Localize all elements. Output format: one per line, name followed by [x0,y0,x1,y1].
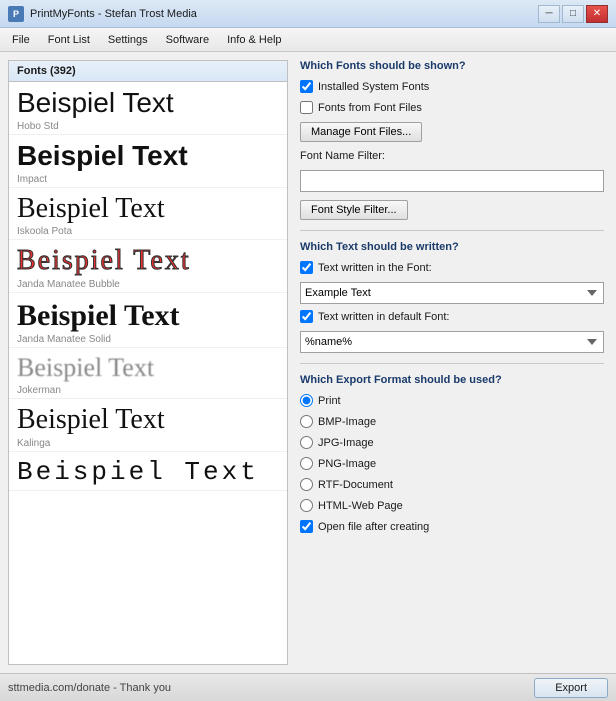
app-icon: P [8,6,24,22]
radio-print[interactable] [300,394,313,407]
right-panel: Which Fonts should be shown? Installed S… [288,52,616,673]
radio-jpg[interactable] [300,436,313,449]
title-bar-text: PrintMyFonts - Stefan Trost Media [30,8,197,20]
section-which-fonts-title: Which Fonts should be shown? [300,60,604,72]
close-button[interactable]: ✕ [586,5,608,23]
font-name: Hobo Std [17,121,279,132]
checkbox-from-files[interactable] [300,101,313,114]
radio-jpg-row[interactable]: JPG-Image [300,436,604,449]
checkbox-from-files-label: Fonts from Font Files [318,102,422,114]
checkbox-open-after-row[interactable]: Open file after creating [300,520,604,533]
fonts-header: Fonts (392) [9,61,287,82]
radio-bmp-row[interactable]: BMP-Image [300,415,604,428]
radio-rtf[interactable] [300,478,313,491]
font-preview: Beispiel Text [17,458,279,487]
font-preview: Beispiel Text [17,141,279,172]
menu-bar: File Font List Settings Software Info & … [0,28,616,52]
checkbox-open-after-label: Open file after creating [318,521,429,533]
font-list[interactable]: Beispiel Text Hobo Std Beispiel Text Impact… [9,82,287,664]
menu-file[interactable]: File [4,32,38,48]
font-name: Kalinga [17,438,279,449]
default-text-dropdown[interactable]: %name% [300,331,604,353]
radio-jpg-label: JPG-Image [318,437,374,449]
font-preview: Beispiel Text [17,194,279,225]
radio-html-row[interactable]: HTML-Web Page [300,499,604,512]
checkbox-installed-row[interactable]: Installed System Fonts [300,80,604,93]
font-preview: Beispiel Text [17,299,279,332]
radio-png[interactable] [300,457,313,470]
radio-rtf-label: RTF-Document [318,479,393,491]
maximize-button[interactable]: □ [562,5,584,23]
list-item[interactable]: Beispiel Text Impact [9,135,287,188]
font-preview: Beispiel Text [17,246,279,277]
font-name: Jokerman [17,385,279,396]
font-name: Impact [17,174,279,185]
font-preview: Beispiel Text [17,405,279,436]
font-name: Janda Manatee Solid [17,334,279,345]
title-bar-controls: ─ □ ✕ [538,5,608,23]
menu-settings[interactable]: Settings [100,32,156,48]
status-text: sttmedia.com/donate - Thank you [8,682,171,694]
radio-bmp-label: BMP-Image [318,416,376,428]
list-item[interactable]: Beispiel Text Jokerman [9,348,287,399]
checkbox-text-in-font-row[interactable]: Text written in the Font: [300,261,604,274]
checkbox-text-default[interactable] [300,310,313,323]
checkbox-text-default-row[interactable]: Text written in default Font: [300,310,604,323]
divider-1 [300,230,604,231]
font-preview: Beispiel Text [17,88,279,119]
font-style-filter-button[interactable]: Font Style Filter... [300,200,408,220]
list-item[interactable]: Beispiel Text Hobo Std [9,82,287,135]
radio-bmp[interactable] [300,415,313,428]
checkbox-text-default-label: Text written in default Font: [318,311,449,323]
font-name-filter-input[interactable] [300,170,604,192]
status-bar: sttmedia.com/donate - Thank you Export [0,673,616,701]
menu-font-list[interactable]: Font List [40,32,98,48]
main-content: Fonts (392) Beispiel TextHobo StdBeispie… [0,52,616,673]
manage-font-files-button[interactable]: Manage Font Files... [300,122,422,142]
radio-png-label: PNG-Image [318,458,376,470]
section-export-format-title: Which Export Format should be used? [300,374,604,386]
minimize-button[interactable]: ─ [538,5,560,23]
title-bar-left: P PrintMyFonts - Stefan Trost Media [8,6,197,22]
radio-html[interactable] [300,499,313,512]
radio-png-row[interactable]: PNG-Image [300,457,604,470]
divider-2 [300,363,604,364]
list-item[interactable]: Beispiel Text Janda Manatee Solid [9,293,287,348]
menu-software[interactable]: Software [158,32,217,48]
checkbox-text-in-font-label: Text written in the Font: [318,262,432,274]
list-item[interactable]: Beispiel Text Janda Manatee Bubble [9,240,287,293]
radio-rtf-row[interactable]: RTF-Document [300,478,604,491]
example-text-dropdown[interactable]: Example Text [300,282,604,304]
title-bar: P PrintMyFonts - Stefan Trost Media ─ □ … [0,0,616,28]
radio-print-row[interactable]: Print [300,394,604,407]
list-item[interactable]: Beispiel TextIskoola Pota [9,188,287,241]
checkbox-installed-label: Installed System Fonts [318,81,429,93]
font-preview: Beispiel Text [17,354,279,383]
list-item[interactable]: Beispiel Text Kalinga [9,399,287,452]
export-button[interactable]: Export [534,678,608,698]
checkbox-from-files-row[interactable]: Fonts from Font Files [300,101,604,114]
left-panel: Fonts (392) Beispiel TextHobo StdBeispie… [8,60,288,665]
font-name: Janda Manatee Bubble [17,279,279,290]
checkbox-open-after[interactable] [300,520,313,533]
radio-html-label: HTML-Web Page [318,500,403,512]
menu-info-help[interactable]: Info & Help [219,32,289,48]
font-name-filter-label: Font Name Filter: [300,150,604,162]
font-name: Iskoola Pota [17,226,279,237]
radio-print-label: Print [318,395,341,407]
checkbox-installed[interactable] [300,80,313,93]
checkbox-text-in-font[interactable] [300,261,313,274]
font-list-container: Beispiel Text Hobo Std Beispiel Text Impact… [9,82,287,664]
list-item[interactable]: Beispiel Text [9,452,287,492]
section-which-text-title: Which Text should be written? [300,241,604,253]
